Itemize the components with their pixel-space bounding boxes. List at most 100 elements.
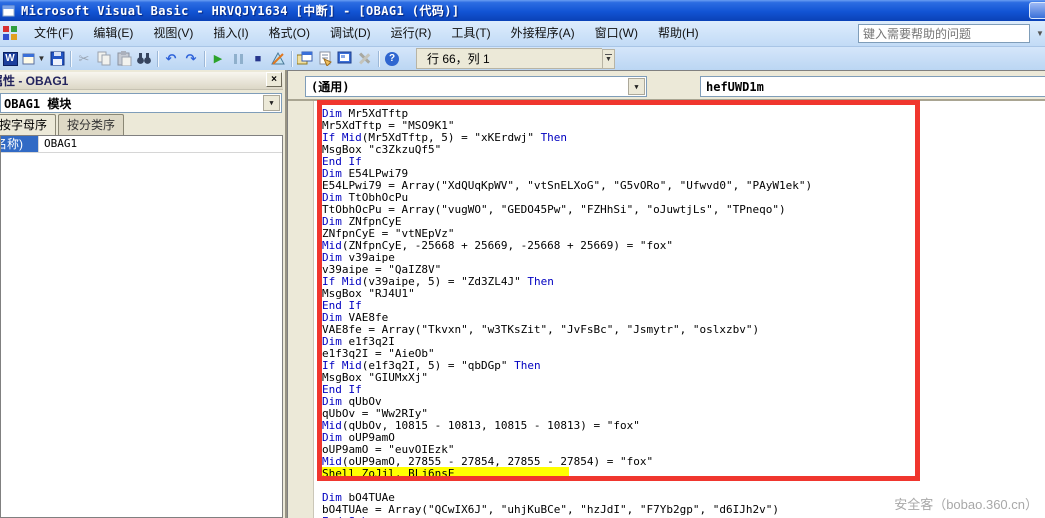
w-addin-button[interactable]: W: [0, 49, 20, 68]
pause-icon: [234, 54, 243, 64]
code-line: End If: [322, 384, 1045, 396]
watermark: 安全客（bobao.360.cn）: [894, 494, 1038, 513]
menu-item-d[interactable]: 调试(D): [320, 21, 381, 46]
redo-icon: ↷: [186, 51, 197, 67]
vb-project-icon: [3, 26, 18, 41]
save-button[interactable]: [47, 49, 67, 68]
properties-window-button[interactable]: [315, 49, 335, 68]
object-dropdown-value: (通用): [311, 78, 349, 95]
add-form-button[interactable]: ▼: [20, 49, 47, 68]
code-line: Shell ZoJjl, BLj6nsE: [322, 468, 1045, 480]
toolbar-overflow-icon: [605, 54, 612, 55]
run-icon: ▶: [214, 52, 222, 65]
properties-panel-title: 属性 - OBAG1: [0, 72, 68, 89]
add-form-icon: [22, 51, 37, 66]
copy-button[interactable]: [94, 49, 114, 68]
code-line: E54LPwi79 = Array("XdQUqKpWV", "vtSnELXo…: [322, 180, 1045, 192]
code-line: If Mid(v39aipe, 5) = "Zd3ZL4J" Then: [322, 276, 1045, 288]
object-dropdown[interactable]: (通用) ▼: [305, 76, 647, 97]
undo-icon: ↶: [166, 51, 177, 67]
object-browser-button[interactable]: [355, 49, 375, 68]
menu-items: 文件(F)编辑(E)视图(V)插入(I)格式(O)调试(D)运行(R)工具(T)…: [24, 21, 709, 46]
vb-ide-window: Microsoft Visual Basic - HRVQJY1634 [中断]…: [0, 0, 1045, 518]
tab-categorized[interactable]: 按分类序: [58, 114, 124, 135]
chevron-down-icon[interactable]: ▼: [628, 78, 645, 95]
design-mode-icon: [270, 51, 286, 66]
properties-panel: 属性 - OBAG1 × OBAG1 模块 ▼ 按字母序 按分类序 (名称) O…: [0, 70, 287, 518]
current-statement-highlight: Shell ZoJjl, BLj6nsE: [322, 467, 569, 480]
toolbar-separator: [157, 51, 158, 67]
form-layout-button[interactable]: [335, 49, 355, 68]
project-explorer-icon: [297, 51, 313, 66]
toolbar: W ▼ ✂ ↶ ↷ ▶ ■: [0, 47, 1045, 70]
procedure-dropdown-value: hefUWD1m: [706, 80, 764, 94]
project-explorer-button[interactable]: [295, 49, 315, 68]
code-line: End If: [322, 300, 1045, 312]
code-window: (通用) ▼ hefUWD1m Dim Mr5XdTftpMr5XdTftp =…: [287, 70, 1045, 518]
toolbar-separator: [70, 51, 71, 67]
menu-item-t[interactable]: 工具(T): [441, 21, 500, 46]
help-search-input[interactable]: [858, 24, 1030, 43]
code-line: MsgBox "c3ZkzuQf5": [322, 144, 1045, 156]
form-layout-icon: [337, 51, 353, 66]
tab-alphabetic[interactable]: 按字母序: [0, 114, 56, 135]
menu-bar: 文件(F)编辑(E)视图(V)插入(I)格式(O)调试(D)运行(R)工具(T)…: [0, 21, 1045, 47]
undo-button[interactable]: ↶: [161, 49, 181, 68]
code-editor[interactable]: Dim Mr5XdTftpMr5XdTftp = "MSO9K1"If Mid(…: [314, 101, 1045, 518]
properties-grid: (名称) OBAG1: [0, 135, 283, 518]
menu-item-o[interactable]: 格式(O): [259, 21, 320, 46]
save-icon: [50, 51, 65, 66]
code-line: End If: [322, 156, 1045, 168]
code-line: TtObhOcPu = Array("vugWO", "GEDO45Pw", "…: [322, 204, 1045, 216]
titlebar: Microsoft Visual Basic - HRVQJY1634 [中断]…: [0, 0, 1045, 21]
menu-item-e[interactable]: 编辑(E): [83, 21, 143, 46]
property-name-cell: (名称): [1, 136, 38, 152]
paste-button[interactable]: [114, 49, 134, 68]
help-button[interactable]: ?: [382, 49, 402, 68]
pause-button[interactable]: [228, 49, 248, 68]
code-line: MsgBox "GIUMxXj": [322, 372, 1045, 384]
code-line: [322, 480, 1045, 492]
toolbar-overflow-button[interactable]: ▼: [602, 49, 615, 69]
code-margin[interactable]: [288, 101, 314, 518]
code-line: MsgBox "RJ4U1": [322, 288, 1045, 300]
properties-object-value: OBAG1 模块: [4, 95, 71, 112]
stop-icon: ■: [255, 53, 262, 65]
property-row[interactable]: (名称) OBAG1: [1, 136, 282, 153]
design-mode-button[interactable]: [268, 49, 288, 68]
find-icon: [136, 51, 152, 66]
redo-button[interactable]: ↷: [181, 49, 201, 68]
menu-item-f[interactable]: 文件(F): [24, 21, 83, 46]
menu-item-w[interactable]: 窗口(W): [585, 21, 648, 46]
properties-object-dropdown[interactable]: OBAG1 模块 ▼: [0, 93, 282, 113]
properties-panel-titlebar[interactable]: 属性 - OBAG1: [0, 72, 283, 90]
chevron-down-icon: ▼: [1036, 29, 1044, 38]
property-value-cell[interactable]: OBAG1: [38, 136, 77, 152]
stop-button[interactable]: ■: [248, 49, 268, 68]
toolbar-separator: [378, 51, 379, 67]
caret-position-panel: 行 66，列 1: [416, 48, 602, 69]
app-icon: [2, 4, 16, 18]
run-button[interactable]: ▶: [208, 49, 228, 68]
close-button[interactable]: [1029, 2, 1045, 19]
properties-window-icon: [317, 51, 333, 66]
toolbar-separator: [204, 51, 205, 67]
menu-item-v[interactable]: 视图(V): [143, 21, 203, 46]
code-line: VAE8fe = Array("Tkvxn", "w3TKsZit", "JvF…: [322, 324, 1045, 336]
menu-item-i[interactable]: 插入(I): [203, 21, 258, 46]
chevron-down-icon[interactable]: ▼: [263, 95, 280, 111]
code-window-header: (通用) ▼ hefUWD1m: [288, 71, 1045, 101]
find-button[interactable]: [134, 49, 154, 68]
menu-item-r[interactable]: 运行(R): [381, 21, 442, 46]
caret-position-indicator: 行 66，列 1: [427, 50, 490, 67]
menu-item-a[interactable]: 外接程序(A): [501, 21, 585, 46]
toolbar-separator: [291, 51, 292, 67]
close-icon[interactable]: ×: [266, 72, 282, 87]
cut-icon: ✂: [79, 51, 90, 67]
window-title: Microsoft Visual Basic - HRVQJY1634 [中断]…: [21, 2, 459, 19]
procedure-dropdown[interactable]: hefUWD1m: [700, 76, 1045, 97]
menu-item-h[interactable]: 帮助(H): [648, 21, 709, 46]
chevron-down-icon: ▼: [38, 54, 46, 63]
cut-button[interactable]: ✂: [74, 49, 94, 68]
code-line: Dim qUbOv: [322, 396, 1045, 408]
